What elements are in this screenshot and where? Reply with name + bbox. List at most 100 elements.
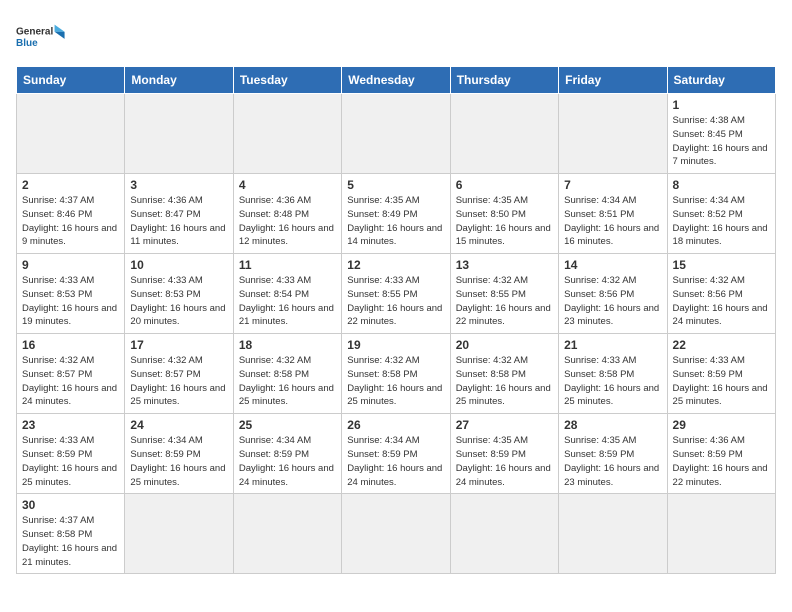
day-info: Sunrise: 4:34 AM Sunset: 8:52 PM Dayligh…	[673, 194, 770, 249]
weekday-header-monday: Monday	[125, 67, 233, 94]
day-number: 1	[673, 98, 770, 112]
calendar-cell: 5 Sunrise: 4:35 AM Sunset: 8:49 PM Daylig…	[342, 174, 450, 254]
day-info: Sunrise: 4:35 AM Sunset: 8:59 PM Dayligh…	[456, 434, 553, 489]
calendar-cell: 24Sunrise: 4:34 AM Sunset: 8:59 PM Dayli…	[125, 414, 233, 494]
calendar-week-row: 30Sunrise: 4:37 AM Sunset: 8:58 PM Dayli…	[17, 494, 776, 574]
weekday-header-thursday: Thursday	[450, 67, 558, 94]
day-info: Sunrise: 4:32 AM Sunset: 8:56 PM Dayligh…	[564, 274, 661, 329]
page-header: GeneralBlue	[16, 16, 776, 56]
day-info: Sunrise: 4:32 AM Sunset: 8:56 PM Dayligh…	[673, 274, 770, 329]
day-number: 28	[564, 418, 661, 432]
day-info: Sunrise: 4:33 AM Sunset: 8:59 PM Dayligh…	[673, 354, 770, 409]
day-number: 20	[456, 338, 553, 352]
weekday-header-friday: Friday	[559, 67, 667, 94]
day-info: Sunrise: 4:35 AM Sunset: 8:59 PM Dayligh…	[564, 434, 661, 489]
day-info: Sunrise: 4:35 AM Sunset: 8:49 PM Dayligh…	[347, 194, 444, 249]
weekday-header-sunday: Sunday	[17, 67, 125, 94]
day-info: Sunrise: 4:33 AM Sunset: 8:53 PM Dayligh…	[130, 274, 227, 329]
day-info: Sunrise: 4:32 AM Sunset: 8:55 PM Dayligh…	[456, 274, 553, 329]
day-info: Sunrise: 4:33 AM Sunset: 8:59 PM Dayligh…	[22, 434, 119, 489]
calendar-cell: 15 Sunrise: 4:32 AM Sunset: 8:56 PM Dayli…	[667, 254, 775, 334]
calendar-cell: 18 Sunrise: 4:32 AM Sunset: 8:58 PM Dayli…	[233, 334, 341, 414]
calendar-cell: 11 Sunrise: 4:33 AM Sunset: 8:54 PM Dayli…	[233, 254, 341, 334]
day-number: 26	[347, 418, 444, 432]
day-info: Sunrise: 4:33 AM Sunset: 8:55 PM Dayligh…	[347, 274, 444, 329]
svg-text:Blue: Blue	[16, 38, 38, 49]
day-info: Sunrise: 4:33 AM Sunset: 8:53 PM Dayligh…	[22, 274, 119, 329]
calendar-cell: 27 Sunrise: 4:35 AM Sunset: 8:59 PM Dayli…	[450, 414, 558, 494]
logo: GeneralBlue	[16, 16, 66, 56]
calendar-cell: 6Sunrise: 4:35 AM Sunset: 8:50 PM Daylig…	[450, 174, 558, 254]
day-info: Sunrise: 4:32 AM Sunset: 8:58 PM Dayligh…	[239, 354, 336, 409]
calendar-cell	[559, 94, 667, 174]
day-info: Sunrise: 4:35 AM Sunset: 8:50 PM Dayligh…	[456, 194, 553, 249]
day-number: 25	[239, 418, 336, 432]
day-info: Sunrise: 4:33 AM Sunset: 8:58 PM Dayligh…	[564, 354, 661, 409]
day-number: 21	[564, 338, 661, 352]
day-info: Sunrise: 4:32 AM Sunset: 8:57 PM Dayligh…	[130, 354, 227, 409]
day-number: 3	[130, 178, 227, 192]
calendar-week-row: 2Sunrise: 4:37 AM Sunset: 8:46 PM Daylig…	[17, 174, 776, 254]
day-number: 13	[456, 258, 553, 272]
day-number: 8	[673, 178, 770, 192]
calendar-cell: 1Sunrise: 4:38 AM Sunset: 8:45 PM Daylig…	[667, 94, 775, 174]
calendar-cell: 2Sunrise: 4:37 AM Sunset: 8:46 PM Daylig…	[17, 174, 125, 254]
day-info: Sunrise: 4:32 AM Sunset: 8:58 PM Dayligh…	[456, 354, 553, 409]
day-info: Sunrise: 4:34 AM Sunset: 8:59 PM Dayligh…	[239, 434, 336, 489]
calendar-cell	[233, 94, 341, 174]
day-number: 7	[564, 178, 661, 192]
calendar-cell	[450, 94, 558, 174]
weekday-header-row: SundayMondayTuesdayWednesdayThursdayFrid…	[17, 67, 776, 94]
calendar-cell	[233, 494, 341, 574]
day-number: 22	[673, 338, 770, 352]
day-number: 15	[673, 258, 770, 272]
day-number: 16	[22, 338, 119, 352]
calendar-cell: 30Sunrise: 4:37 AM Sunset: 8:58 PM Dayli…	[17, 494, 125, 574]
calendar-cell: 3 Sunrise: 4:36 AM Sunset: 8:47 PM Daylig…	[125, 174, 233, 254]
calendar-cell	[450, 494, 558, 574]
day-info: Sunrise: 4:36 AM Sunset: 8:59 PM Dayligh…	[673, 434, 770, 489]
day-number: 9	[22, 258, 119, 272]
day-info: Sunrise: 4:33 AM Sunset: 8:54 PM Dayligh…	[239, 274, 336, 329]
calendar-week-row: 1Sunrise: 4:38 AM Sunset: 8:45 PM Daylig…	[17, 94, 776, 174]
calendar-cell	[559, 494, 667, 574]
calendar-cell	[342, 94, 450, 174]
calendar-cell: 9 Sunrise: 4:33 AM Sunset: 8:53 PM Daylig…	[17, 254, 125, 334]
day-info: Sunrise: 4:36 AM Sunset: 8:48 PM Dayligh…	[239, 194, 336, 249]
day-number: 18	[239, 338, 336, 352]
calendar-cell: 25 Sunrise: 4:34 AM Sunset: 8:59 PM Dayli…	[233, 414, 341, 494]
day-info: Sunrise: 4:36 AM Sunset: 8:47 PM Dayligh…	[130, 194, 227, 249]
weekday-header-saturday: Saturday	[667, 67, 775, 94]
calendar-cell	[667, 494, 775, 574]
day-info: Sunrise: 4:32 AM Sunset: 8:57 PM Dayligh…	[22, 354, 119, 409]
calendar-cell: 12Sunrise: 4:33 AM Sunset: 8:55 PM Dayli…	[342, 254, 450, 334]
day-number: 11	[239, 258, 336, 272]
weekday-header-tuesday: Tuesday	[233, 67, 341, 94]
calendar-cell	[125, 494, 233, 574]
calendar-week-row: 23 Sunrise: 4:33 AM Sunset: 8:59 PM Dayli…	[17, 414, 776, 494]
calendar-cell: 17 Sunrise: 4:32 AM Sunset: 8:57 PM Dayli…	[125, 334, 233, 414]
day-number: 30	[22, 498, 119, 512]
logo-svg: GeneralBlue	[16, 16, 66, 56]
day-info: Sunrise: 4:34 AM Sunset: 8:59 PM Dayligh…	[347, 434, 444, 489]
calendar-cell: 23 Sunrise: 4:33 AM Sunset: 8:59 PM Dayli…	[17, 414, 125, 494]
day-number: 19	[347, 338, 444, 352]
day-number: 23	[22, 418, 119, 432]
day-number: 4	[239, 178, 336, 192]
calendar-cell: 8 Sunrise: 4:34 AM Sunset: 8:52 PM Daylig…	[667, 174, 775, 254]
calendar-cell: 20 Sunrise: 4:32 AM Sunset: 8:58 PM Dayli…	[450, 334, 558, 414]
day-info: Sunrise: 4:34 AM Sunset: 8:59 PM Dayligh…	[130, 434, 227, 489]
calendar-table: SundayMondayTuesdayWednesdayThursdayFrid…	[16, 66, 776, 574]
calendar-cell	[342, 494, 450, 574]
day-number: 5	[347, 178, 444, 192]
calendar-cell: 14Sunrise: 4:32 AM Sunset: 8:56 PM Dayli…	[559, 254, 667, 334]
calendar-cell: 10 Sunrise: 4:33 AM Sunset: 8:53 PM Dayli…	[125, 254, 233, 334]
day-number: 10	[130, 258, 227, 272]
day-info: Sunrise: 4:32 AM Sunset: 8:58 PM Dayligh…	[347, 354, 444, 409]
day-info: Sunrise: 4:37 AM Sunset: 8:46 PM Dayligh…	[22, 194, 119, 249]
calendar-cell: 19 Sunrise: 4:32 AM Sunset: 8:58 PM Dayli…	[342, 334, 450, 414]
day-number: 29	[673, 418, 770, 432]
day-number: 17	[130, 338, 227, 352]
day-number: 27	[456, 418, 553, 432]
calendar-cell	[17, 94, 125, 174]
